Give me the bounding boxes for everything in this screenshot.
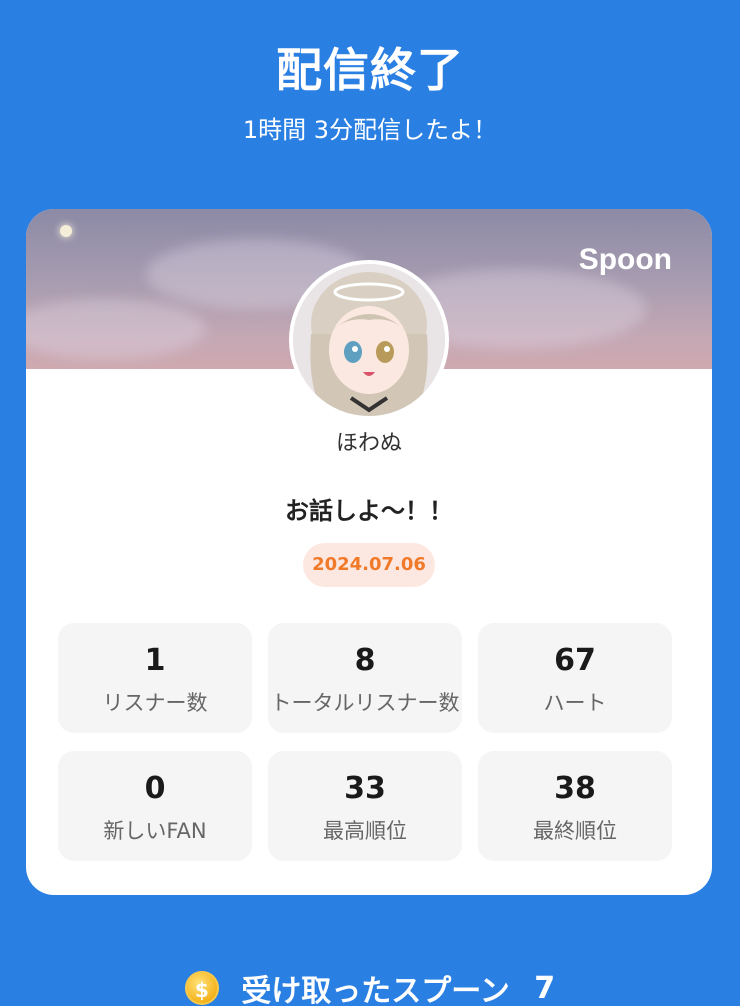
page-title: 配信終了 [276,43,464,97]
stat-listeners: 1 リスナー数 [58,623,252,733]
stat-label: 最終順位 [533,819,617,843]
stat-total-listeners: 8 トータルリスナー数 [268,623,462,733]
date-badge: 2024.07.06 [303,543,435,587]
broadcast-duration: 1時間 3分配信したよ！ [242,116,498,144]
broadcast-summary-card: Spoon ほわぬ お話しよ〜！！ 2024.07.06 1 リスナー数 8 ト… [26,209,712,895]
broadcast-title: お話しよ〜！！ [285,497,453,525]
stat-value: 8 [354,643,376,678]
spoon-logo: Spoon [578,243,672,276]
spoons-label: 受け取ったスプーン [241,974,510,1006]
stat-label: 最高順位 [323,819,407,843]
username: ほわぬ [335,431,402,456]
stat-new-fans: 0 新しいFAN [58,751,252,861]
moon-decoration [60,225,72,237]
stat-highest-rank: 33 最高順位 [268,751,462,861]
stat-value: 38 [554,771,596,806]
stat-value: 67 [554,643,596,678]
stats-grid: 1 リスナー数 8 トータルリスナー数 67 ハート 0 新しいFAN 33 最… [58,623,674,861]
spoons-count: 7 [534,970,556,1006]
stat-label: トータルリスナー数 [270,691,460,715]
stat-value: 1 [144,643,166,678]
avatar [289,260,449,420]
stat-value: 33 [344,771,386,806]
stat-label: 新しいFAN [103,819,207,843]
received-spoons: $ 受け取ったスプーン 7 [0,966,740,1006]
coin-icon: $ [184,971,219,1005]
stat-label: ハート [543,691,607,715]
stat-label: リスナー数 [102,691,208,715]
stat-hearts: 67 ハート [478,623,672,733]
stat-final-rank: 38 最終順位 [478,751,672,861]
stat-value: 0 [144,771,166,806]
